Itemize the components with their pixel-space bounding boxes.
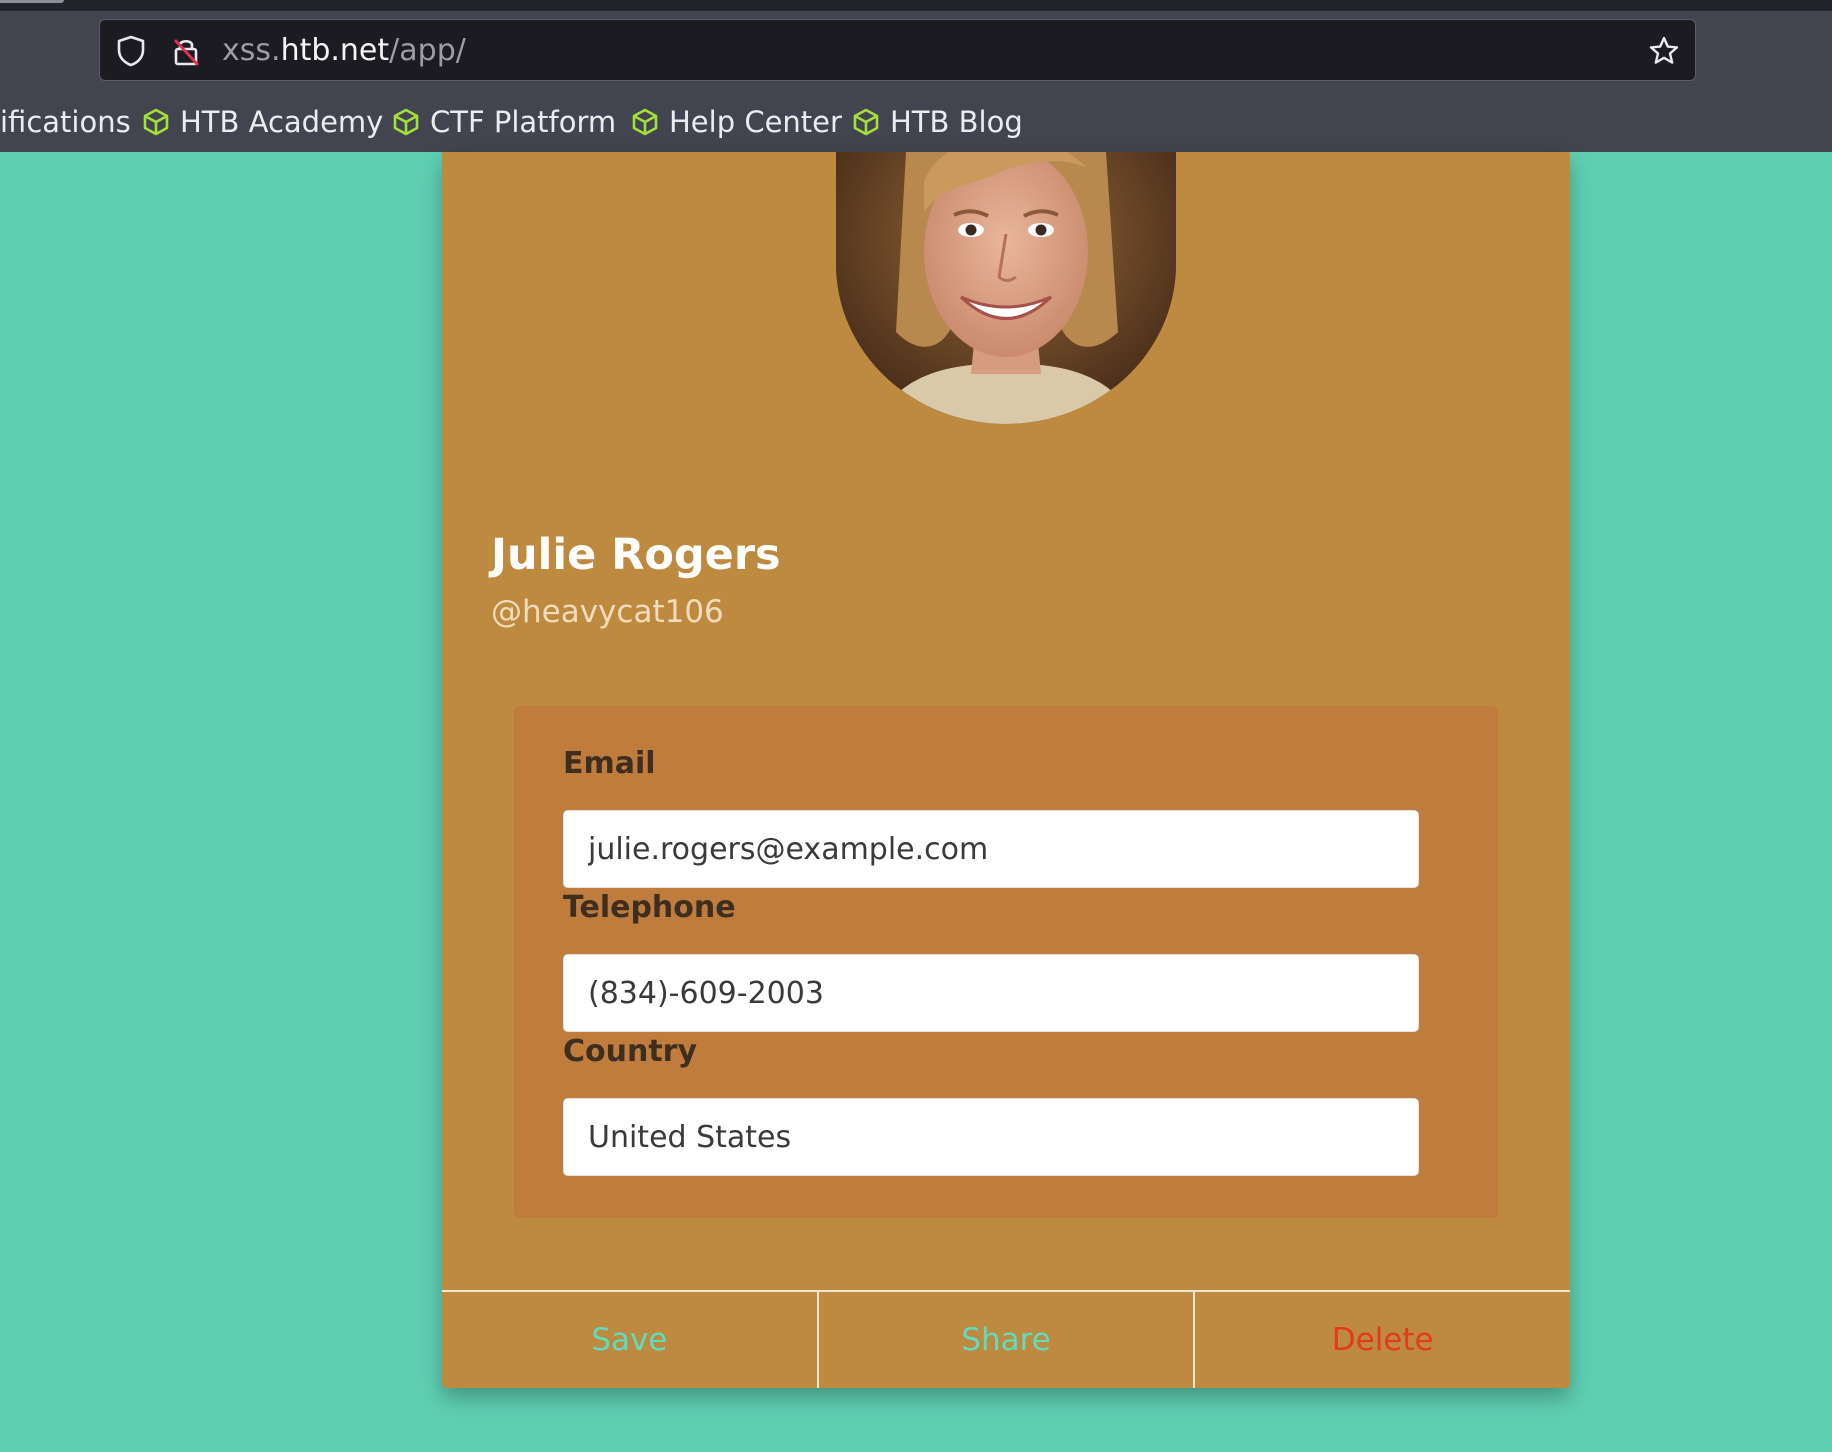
- browser-chrome: xss.htb.net/app/ ifications HTB Academy …: [0, 0, 1832, 152]
- profile-name: Julie Rogers: [491, 530, 781, 580]
- country-label: Country: [563, 1034, 698, 1069]
- active-tab-edge[interactable]: [0, 0, 64, 3]
- email-field[interactable]: [563, 810, 1419, 888]
- insecure-lock-icon[interactable]: [169, 34, 203, 68]
- cube-icon: [140, 106, 172, 138]
- shield-icon[interactable]: [114, 34, 148, 68]
- address-bar[interactable]: xss.htb.net/app/: [99, 19, 1696, 81]
- profile-card: Julie Rogers @heavycat106 Email Telephon…: [442, 152, 1570, 1388]
- share-button[interactable]: Share: [816, 1292, 1194, 1388]
- bookmark-label: ifications: [0, 105, 131, 139]
- url-subdomain: xss.: [222, 33, 281, 68]
- profile-handle: @heavycat106: [491, 594, 724, 630]
- bookmark-label: Help Center: [669, 105, 842, 139]
- country-field[interactable]: [563, 1098, 1419, 1176]
- bookmarks-toolbar: ifications HTB Academy CTF Platform Help…: [0, 96, 1832, 148]
- telephone-field[interactable]: [563, 954, 1419, 1032]
- telephone-label: Telephone: [563, 890, 736, 925]
- url-host: htb.net: [280, 33, 390, 68]
- bookmark-star-icon[interactable]: [1647, 34, 1681, 68]
- bookmark-item-notifications[interactable]: ifications: [0, 96, 131, 148]
- bookmark-label: HTB Blog: [890, 105, 1023, 139]
- avatar-photo: [836, 152, 1176, 424]
- save-button[interactable]: Save: [442, 1292, 817, 1388]
- card-actions: Save Share Delete: [442, 1290, 1570, 1388]
- avatar: [836, 152, 1176, 424]
- bookmark-item-htb-academy[interactable]: HTB Academy: [140, 96, 383, 148]
- bookmark-item-ctf-platform[interactable]: CTF Platform: [390, 96, 616, 148]
- cube-icon: [390, 106, 422, 138]
- delete-button[interactable]: Delete: [1193, 1292, 1570, 1388]
- email-label: Email: [563, 746, 656, 781]
- cube-icon: [629, 106, 661, 138]
- bookmark-label: HTB Academy: [180, 105, 384, 139]
- url-path: /app/: [389, 33, 466, 68]
- url-text[interactable]: xss.htb.net/app/: [222, 32, 466, 70]
- contact-details-panel: Email Telephone Country: [514, 706, 1498, 1218]
- cube-icon: [850, 106, 882, 138]
- tab-strip: [0, 0, 1832, 11]
- bookmark-item-htb-blog[interactable]: HTB Blog: [850, 96, 1023, 148]
- bookmark-label: CTF Platform: [430, 105, 617, 139]
- bookmark-item-help-center[interactable]: Help Center: [629, 96, 842, 148]
